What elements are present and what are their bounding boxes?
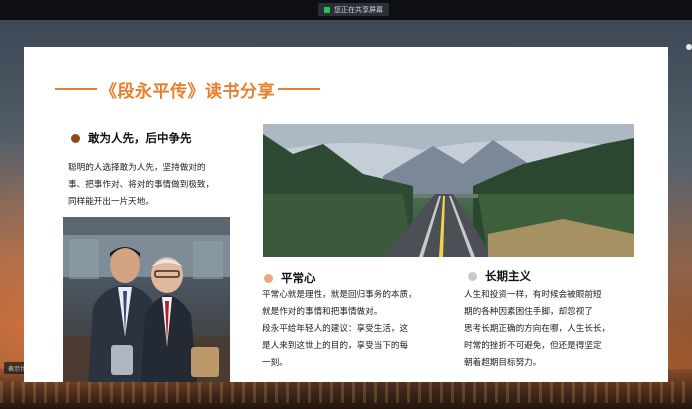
- section-body-3-line: 期的各种因素困住手脚，却忽视了: [464, 307, 593, 317]
- road-landscape-illustration: [263, 124, 634, 257]
- section-body-2-line: 一刻。: [262, 358, 288, 368]
- section-body-2-line: 就是作对的事情和把事情做对。: [262, 307, 383, 317]
- side-control-dot-icon[interactable]: [686, 44, 692, 50]
- section-body-3-line: 朝着超期目标努力。: [464, 358, 542, 368]
- title-right-rule: [278, 88, 320, 90]
- section-bullet-3: [468, 271, 477, 281]
- section-body-3-line: 时常的挫折不可避免，但还是得坚定: [464, 341, 602, 351]
- section-body-3: 人生和投资一样，有时候会被眼前短 期的各种因素困住手脚，却忽视了 思考长期正确的…: [464, 287, 639, 372]
- city-lights: [0, 381, 692, 403]
- share-status-icon: [324, 6, 330, 13]
- section-heading-2: 平常心: [264, 270, 316, 286]
- portrait-photo: [63, 217, 230, 382]
- road-landscape-photo: [263, 124, 634, 257]
- section-bullet-2: [264, 273, 273, 283]
- section-body-2-line: 平常心就是理性，就是回归事务的本质，: [262, 290, 417, 300]
- section-bullet-1: [71, 133, 80, 143]
- section-body-1: 聪明的人选择敢为人先，坚持做对的 事、把事作对、将对的事情做到极致， 同样能开出…: [68, 160, 254, 211]
- section-body-1-line: 同样能开出一片天地。: [68, 197, 154, 207]
- section-body-1-line: 聪明的人选择敢为人先，坚持做对的: [68, 163, 206, 173]
- portrait-photo-illustration: [63, 217, 230, 382]
- section-heading-1-text: 敢为人先，后中争先: [88, 131, 192, 145]
- section-body-2-line: 是人来到这世上的目的，享受当下的每: [262, 341, 409, 351]
- section-body-3-line: 思考长期正确的方向在哪，人生长长，: [464, 324, 611, 334]
- share-status-label: 您正在共享屏幕: [334, 5, 383, 14]
- screen-share-bar: 您正在共享屏幕: [0, 0, 692, 20]
- section-body-2: 平常心就是理性，就是回归事务的本质， 就是作对的事情和把事情做对。 段永平给年轻…: [262, 287, 452, 372]
- section-heading-2-text: 平常心: [281, 271, 316, 285]
- section-heading-3-text: 长期主义: [485, 269, 531, 283]
- section-heading-3: 长期主义: [468, 268, 531, 284]
- presentation-slide: 《段永平传》读书分享 敢为人先，后中争先 聪明的人选择敢为人先，坚持做对的 事、…: [24, 47, 668, 382]
- slide-title-text: 《段永平传》读书分享: [100, 81, 275, 102]
- section-heading-1: 敢为人先，后中争先: [71, 130, 192, 146]
- title-left-rule: [55, 88, 97, 90]
- slide-title: 《段永平传》读书分享: [52, 76, 372, 102]
- screen-share-indicator[interactable]: 您正在共享屏幕: [318, 3, 389, 16]
- section-body-2-line: 段永平给年轻人的建议：享受生活，这: [262, 324, 409, 334]
- section-body-3-line: 人生和投资一样，有时候会被眼前短: [464, 290, 602, 300]
- section-body-1-line: 事、把事作对、将对的事情做到极致，: [68, 180, 215, 190]
